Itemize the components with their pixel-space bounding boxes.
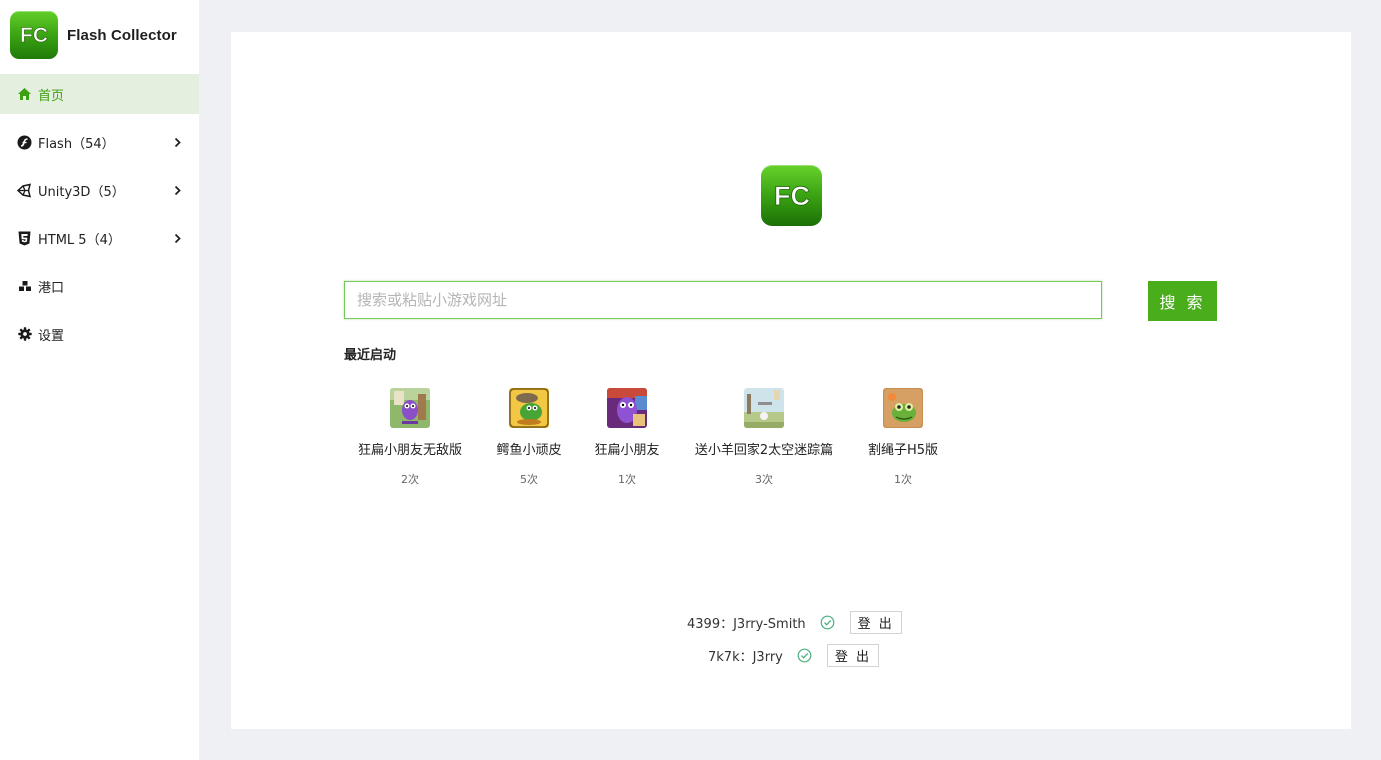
- sidebar-nav: 首页 Flash（54） Unity3D（5） HTML 5（4） 港口 设置: [0, 74, 199, 362]
- sidebar-item-label: Unity3D（5）: [38, 184, 125, 200]
- gear-icon: [17, 327, 32, 342]
- sidebar-item-home[interactable]: 首页: [0, 74, 199, 114]
- game-name: 割绳子H5版: [867, 443, 939, 458]
- game-launch-count: 2次: [401, 473, 419, 486]
- sidebar-item-label: HTML 5（4）: [38, 232, 121, 248]
- sidebar-item-label: 首页: [38, 88, 65, 104]
- logout-button[interactable]: 登 出: [849, 611, 902, 634]
- center-logo-icon: FC: [761, 165, 822, 226]
- check-circle-icon: [820, 615, 836, 631]
- sidebar-item-label: 港口: [38, 280, 65, 296]
- sidebar-item-port[interactable]: 港口: [0, 266, 199, 306]
- recent-game-item[interactable]: 狂扁小朋友 1次: [587, 388, 667, 487]
- sidebar-item-label: Flash（54）: [38, 136, 115, 152]
- chevron-right-icon: [172, 183, 182, 197]
- account-row-4399: 4399：J3rry-Smith 登 出: [687, 611, 902, 634]
- game-launch-count: 3次: [755, 473, 773, 486]
- recent-game-item[interactable]: 鳄鱼小顽皮 5次: [484, 388, 574, 487]
- game-launch-count: 5次: [520, 473, 538, 486]
- search-button[interactable]: 搜 索: [1148, 281, 1217, 321]
- unity-icon: [17, 183, 32, 198]
- game-name: 鳄鱼小顽皮: [496, 443, 562, 458]
- game-thumbnail: [883, 388, 923, 428]
- game-thumbnail: [607, 388, 647, 428]
- game-name: 狂扁小朋友: [594, 443, 660, 458]
- recent-game-item[interactable]: 送小羊回家2太空迷踪篇 3次: [684, 388, 844, 487]
- sidebar-item-html5[interactable]: HTML 5（4）: [0, 218, 199, 258]
- game-launch-count: 1次: [894, 473, 912, 486]
- main-panel: FC 搜 索 最近启动 狂扁小朋友无敌版 2次: [231, 32, 1351, 729]
- sidebar-item-label: 设置: [38, 328, 65, 344]
- account-row-7k7k: 7k7k：J3rry 登 出: [708, 644, 879, 667]
- logo-text: FC: [774, 182, 810, 210]
- brand: FC Flash Collector: [10, 11, 177, 59]
- logo-text: FC: [20, 24, 48, 46]
- app-logo-icon: FC: [10, 11, 58, 59]
- account-label: 7k7k：J3rry: [708, 650, 783, 665]
- check-circle-icon: [797, 648, 813, 664]
- sidebar-item-settings[interactable]: 设置: [0, 314, 199, 354]
- sidebar-item-unity3d[interactable]: Unity3D（5）: [0, 170, 199, 210]
- html5-icon: [17, 231, 32, 246]
- account-label: 4399：J3rry-Smith: [687, 617, 806, 632]
- game-thumbnail: [390, 388, 430, 428]
- sidebar: FC Flash Collector 首页 Flash（54） Unity3D（: [0, 0, 199, 760]
- game-name: 送小羊回家2太空迷踪篇: [694, 443, 834, 458]
- search-input[interactable]: [344, 281, 1102, 319]
- game-launch-count: 1次: [618, 473, 636, 486]
- home-icon: [17, 87, 32, 102]
- game-thumbnail: [509, 388, 549, 428]
- logout-button[interactable]: 登 出: [826, 644, 879, 667]
- recent-title: 最近启动: [344, 348, 397, 363]
- app-name: Flash Collector: [67, 26, 177, 44]
- recent-game-item[interactable]: 割绳子H5版 1次: [858, 388, 948, 487]
- port-icon: [17, 279, 32, 294]
- chevron-right-icon: [172, 135, 182, 149]
- recent-game-item[interactable]: 狂扁小朋友无敌版 2次: [355, 388, 465, 487]
- sidebar-item-flash[interactable]: Flash（54）: [0, 122, 199, 162]
- chevron-right-icon: [172, 231, 182, 245]
- game-thumbnail: [744, 388, 784, 428]
- flash-icon: [17, 135, 32, 150]
- game-name: 狂扁小朋友无敌版: [357, 443, 462, 458]
